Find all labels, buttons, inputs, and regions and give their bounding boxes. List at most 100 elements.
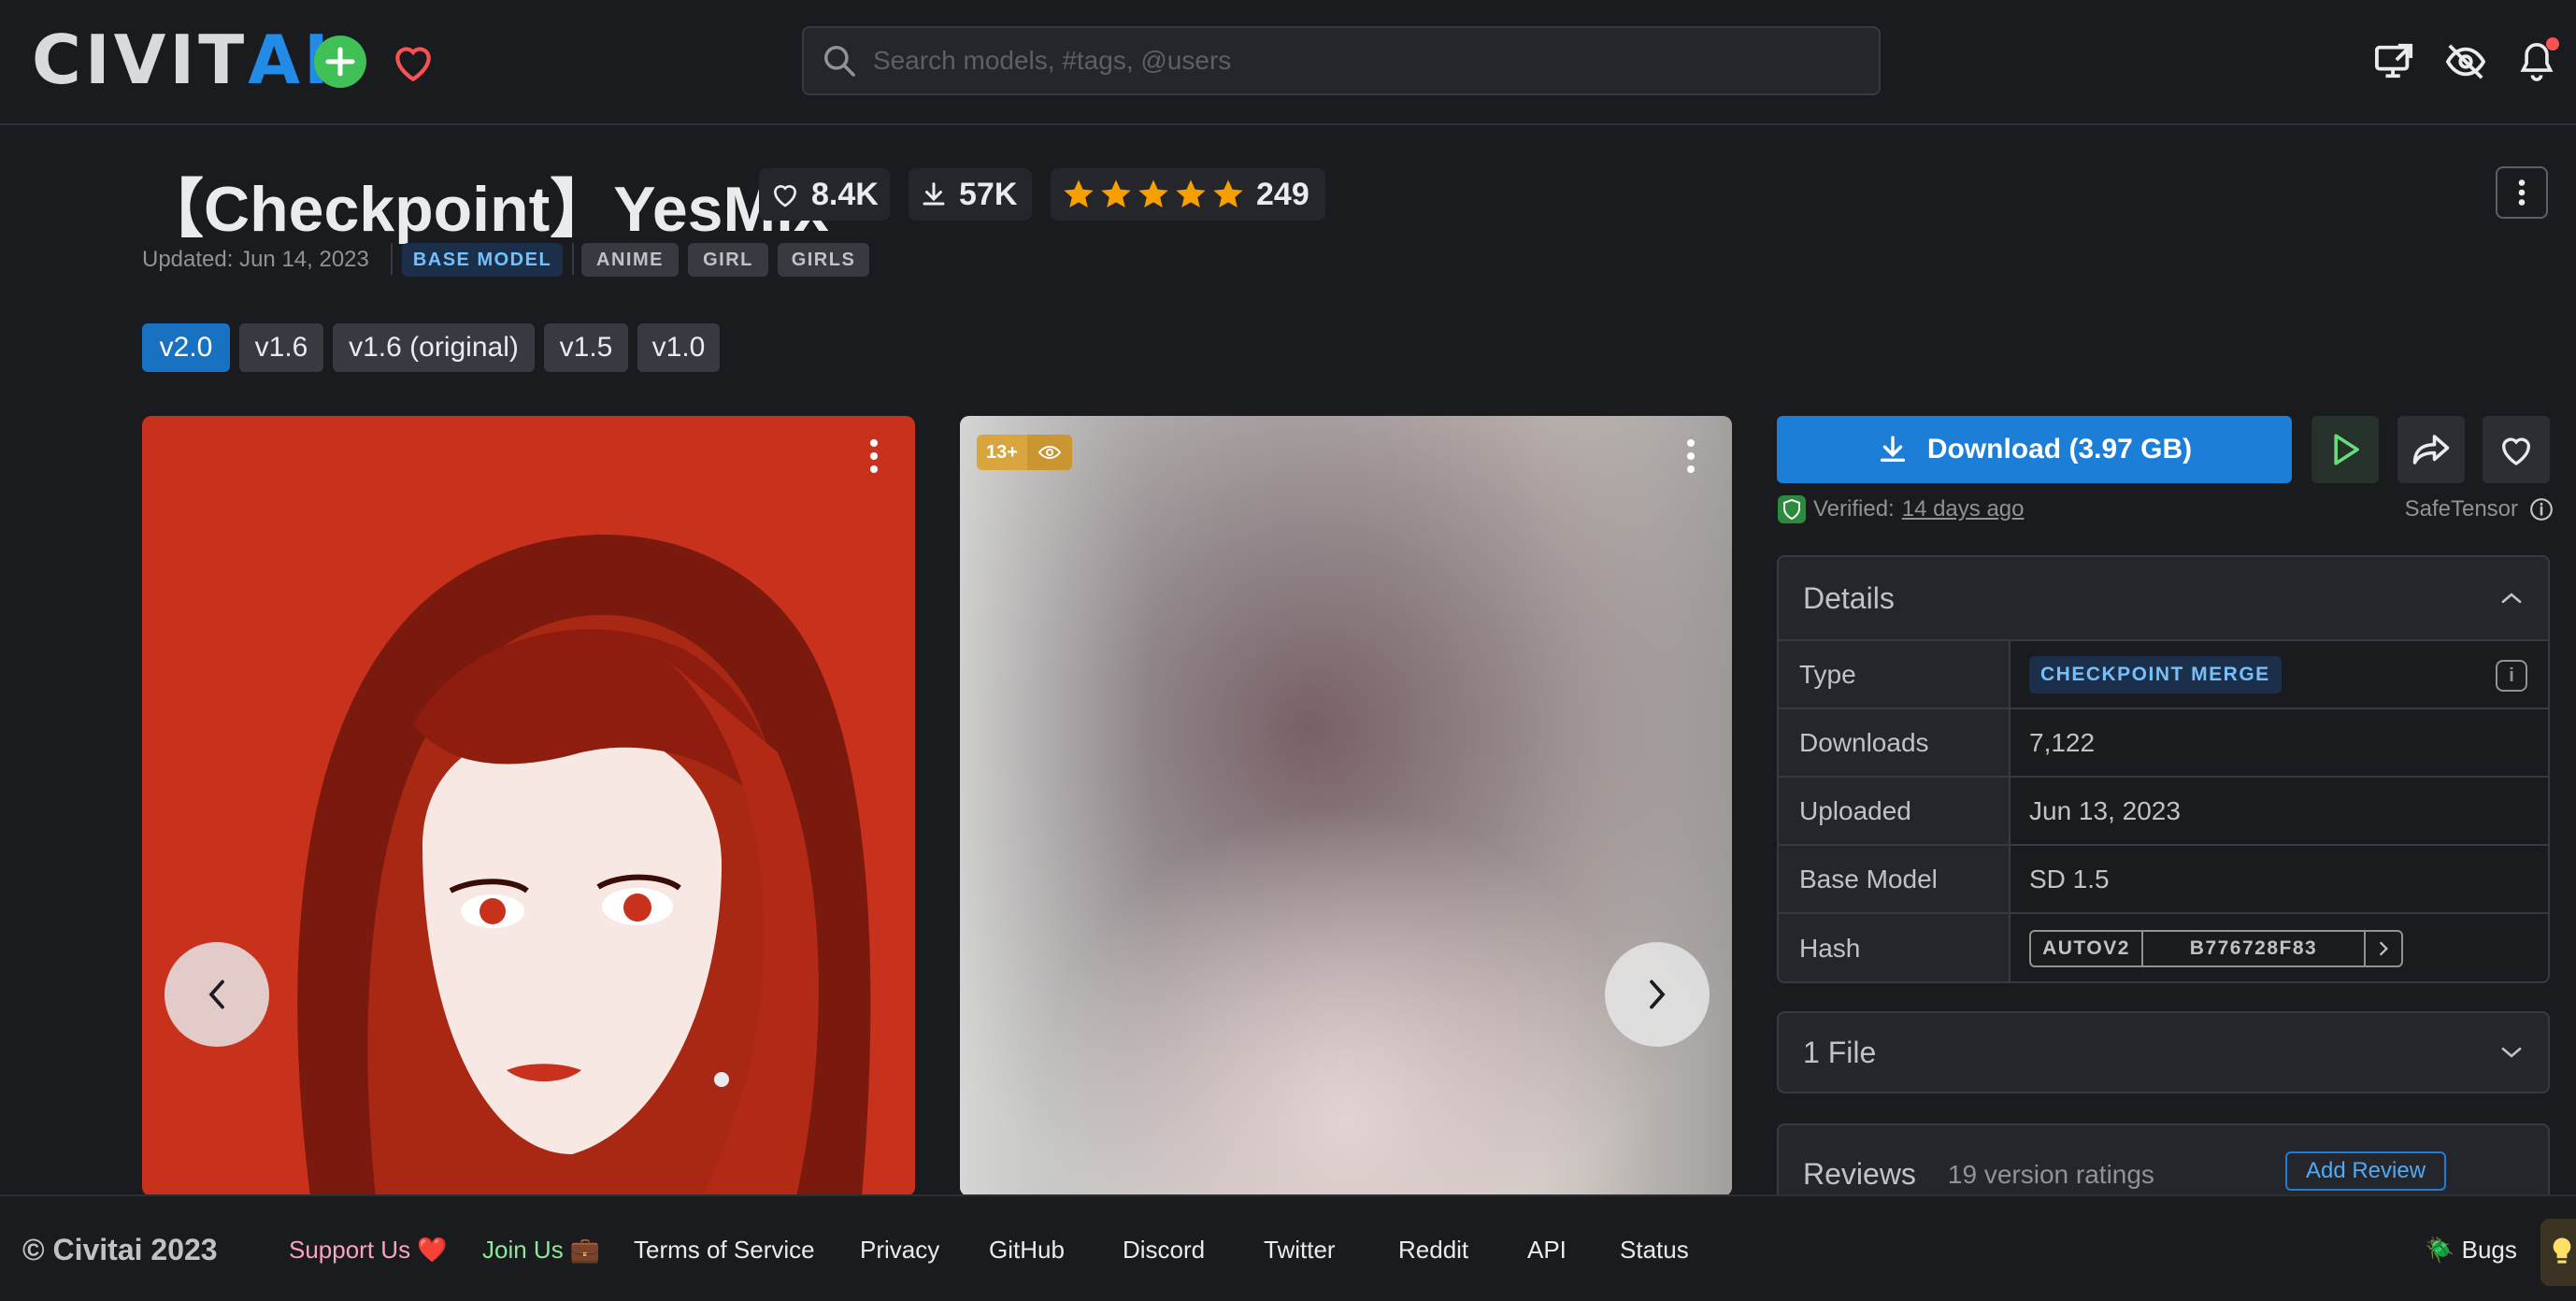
plus-icon: [325, 47, 355, 77]
details-row-uploaded: Uploaded Jun 13, 2023: [1779, 778, 2548, 846]
heart-outline-icon: [773, 185, 797, 207]
search-input[interactable]: [873, 46, 1808, 76]
create-plus-button[interactable]: [314, 36, 366, 88]
download-icon: [1880, 436, 1905, 463]
chevron-left-icon: [208, 979, 224, 1009]
verified-status: Verified: 14 days ago: [1778, 495, 2025, 523]
footer-privacy-link[interactable]: Privacy: [860, 1196, 939, 1301]
upload-monitor-button[interactable]: [2368, 36, 2421, 88]
download-button[interactable]: Download (3.97 GB): [1777, 416, 2292, 483]
footer-discord-link[interactable]: Discord: [1123, 1196, 1205, 1301]
image-menu-button[interactable]: [857, 433, 891, 479]
version-tab-v1-6-original[interactable]: v1.6 (original): [333, 323, 535, 372]
likes-stat[interactable]: 8.4K: [759, 168, 890, 221]
footer-github-link[interactable]: GitHub: [989, 1196, 1065, 1301]
share-arrow-icon: [2412, 435, 2450, 465]
chevron-right-icon: [1650, 979, 1666, 1009]
rating-stat[interactable]: 249: [1051, 168, 1325, 221]
search-icon: [819, 40, 860, 81]
civitai-logo[interactable]: CIVIT AI: [32, 21, 333, 99]
star-icon: [1213, 179, 1243, 208]
share-button[interactable]: [2397, 416, 2465, 483]
favorite-button[interactable]: [2483, 416, 2550, 483]
add-review-button[interactable]: Add Review: [2285, 1151, 2446, 1191]
tag-anime[interactable]: ANIME: [581, 243, 679, 277]
download-label: Download (3.97 GB): [1926, 434, 2193, 465]
footer-api-link[interactable]: API: [1527, 1196, 1567, 1301]
hash-value[interactable]: B776728F83: [2143, 931, 2366, 965]
footer-tos-link[interactable]: Terms of Service: [634, 1196, 815, 1301]
version-tab-v2-0[interactable]: v2.0: [142, 323, 230, 372]
notification-dot: [2546, 37, 2559, 50]
run-model-button[interactable]: [2311, 416, 2379, 483]
downloads-count: 57K: [959, 176, 1018, 212]
play-icon: [2334, 434, 2359, 465]
details-header[interactable]: Details: [1779, 557, 2548, 641]
verified-date-link[interactable]: 14 days ago: [1902, 496, 2025, 522]
details-key: Base Model: [1779, 846, 2011, 912]
model-menu-button[interactable]: [2496, 166, 2548, 219]
details-row-type: Type CHECKPOINT MERGE i: [1779, 641, 2548, 709]
download-icon: [923, 182, 945, 206]
carousel-prev-button[interactable]: [165, 942, 269, 1047]
type-badge: CHECKPOINT MERGE: [2029, 655, 2282, 693]
search-box[interactable]: [802, 26, 1881, 95]
footer-status-link[interactable]: Status: [1620, 1196, 1689, 1301]
anime-portrait-image: [142, 416, 915, 1196]
footer-support-link[interactable]: Support Us ❤️: [289, 1196, 448, 1301]
details-value: 7,122: [2029, 727, 2096, 757]
files-accordion[interactable]: 1 File: [1777, 1011, 2550, 1094]
gallery-image-1[interactable]: [142, 416, 915, 1196]
lightbulb-button[interactable]: [2540, 1219, 2576, 1286]
files-label: 1 File: [1803, 1035, 1877, 1069]
details-row-hash: Hash AUTOV2 B776728F83: [1779, 914, 2548, 981]
safetensor-format: SafeTensor: [2405, 495, 2554, 523]
info-circle-icon[interactable]: [2529, 497, 2554, 522]
footer-bugs-link[interactable]: 🪲 Bugs: [2425, 1196, 2517, 1301]
star-icon: [1101, 179, 1131, 208]
details-row-downloads: Downloads 7,122: [1779, 709, 2548, 778]
version-tab-v1-0[interactable]: v1.0: [637, 323, 720, 372]
hash-widget[interactable]: AUTOV2 B776728F83: [2029, 929, 2403, 967]
details-key: Downloads: [1779, 709, 2011, 776]
gallery-image-2[interactable]: 13+: [960, 416, 1732, 1196]
version-tab-v1-6[interactable]: v1.6: [239, 323, 323, 372]
base-model-badge[interactable]: BASE MODEL: [402, 243, 563, 277]
updated-date: Updated: Jun 14, 2023: [142, 247, 369, 272]
rating-stars: [1062, 179, 1245, 210]
hide-content-button[interactable]: [2440, 36, 2492, 88]
chevron-down-icon: [2501, 1047, 2522, 1058]
support-heart-button[interactable]: [387, 36, 439, 88]
image-menu-button[interactable]: [1674, 433, 1708, 479]
logo-text-civ: CIVIT: [32, 21, 249, 99]
star-icon: [1064, 179, 1094, 208]
shield-check-icon: [1778, 495, 1806, 523]
star-icon: [1176, 179, 1206, 208]
divider: [391, 243, 393, 275]
hash-type[interactable]: AUTOV2: [2031, 931, 2143, 965]
info-icon[interactable]: i: [2496, 660, 2527, 692]
model-title: 【Checkpoint】YesMix: [140, 174, 829, 245]
details-key: Uploaded: [1779, 778, 2011, 844]
details-panel: Details Type CHECKPOINT MERGE i Download…: [1777, 555, 2550, 983]
version-tab-v1-5[interactable]: v1.5: [544, 323, 628, 372]
carousel-next-button[interactable]: [1605, 942, 1710, 1047]
monitor-share-icon: [2375, 43, 2413, 79]
details-row-base-model: Base Model SD 1.5: [1779, 846, 2548, 914]
footer-reddit-link[interactable]: Reddit: [1398, 1196, 1468, 1301]
divider: [572, 243, 574, 275]
nsfw-badge[interactable]: 13+: [977, 435, 1072, 470]
eye-off-icon: [2445, 44, 2486, 79]
eye-icon[interactable]: [1026, 435, 1072, 470]
star-icon: [1138, 179, 1168, 208]
details-title: Details: [1803, 580, 1895, 615]
footer-twitter-link[interactable]: Twitter: [1264, 1196, 1336, 1301]
notifications-button[interactable]: [2511, 36, 2563, 88]
top-header: CIVIT AI: [0, 0, 2576, 125]
footer-join-link[interactable]: Join Us 💼: [482, 1196, 600, 1301]
reviews-count: 19 version ratings: [1947, 1160, 2154, 1189]
details-key: Hash: [1779, 914, 2011, 981]
tag-girl[interactable]: GIRL: [688, 243, 768, 277]
tag-girls[interactable]: GIRLS: [778, 243, 869, 277]
chevron-right-icon[interactable]: [2366, 932, 2401, 965]
